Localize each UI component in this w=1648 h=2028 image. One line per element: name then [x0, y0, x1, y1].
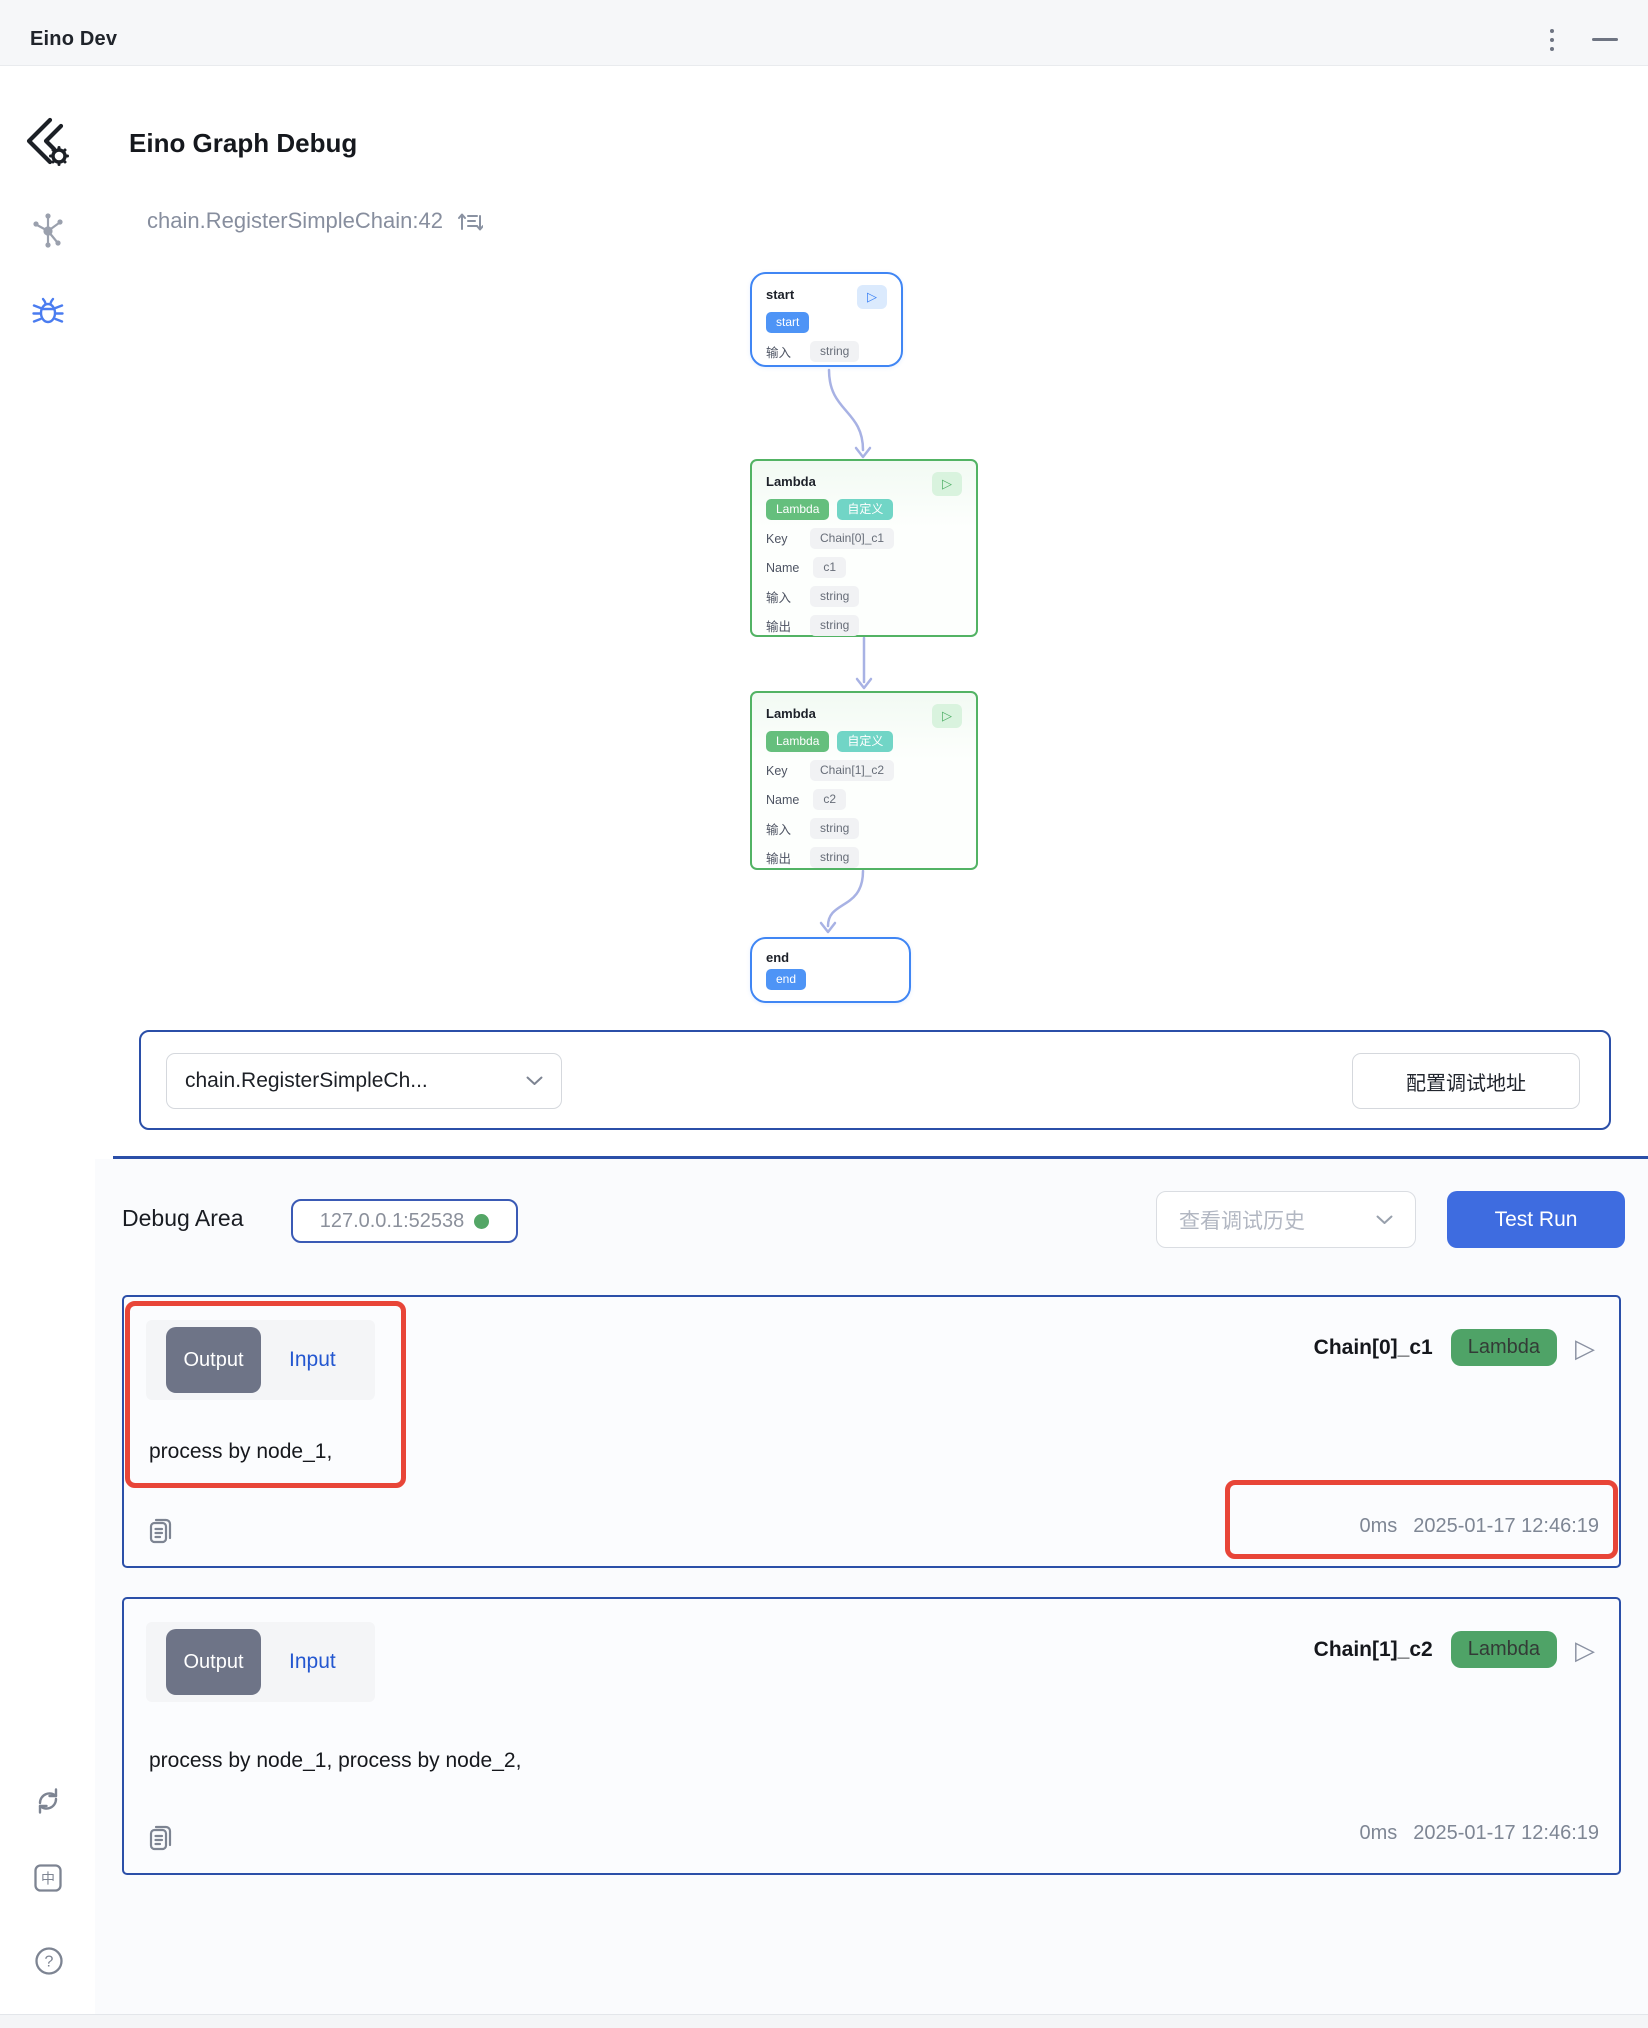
debug-section-background	[95, 1159, 1648, 2014]
chain-select-value: chain.RegisterSimpleCh...	[185, 1069, 428, 1093]
field-value: c1	[813, 557, 846, 578]
graph-node-lambda-c1[interactable]: Lambda ▷ Lambda 自定义 Key Chain[0]_c1 Namec…	[750, 459, 978, 637]
node-title: start	[766, 285, 794, 302]
node-key-label: Chain[0]_c1	[1314, 1336, 1433, 1360]
minimize-icon[interactable]	[1592, 38, 1618, 41]
field-label: 输入	[766, 819, 796, 838]
graph-nav-icon[interactable]	[32, 212, 64, 250]
custom-tag: 自定义	[837, 499, 893, 520]
replay-node-icon[interactable]: ▷	[1575, 1637, 1595, 1663]
tab-input[interactable]: Input	[289, 1650, 336, 1674]
more-menu-icon[interactable]	[1546, 25, 1558, 55]
field-value: string	[810, 818, 859, 839]
field-value: Chain[1]_c2	[810, 760, 894, 781]
chevron-down-icon	[526, 1076, 543, 1086]
field-value: Chain[0]_c1	[810, 528, 894, 549]
graph-node-end[interactable]: end end	[750, 937, 911, 1003]
output-input-tabs: Output Input	[146, 1320, 375, 1400]
chain-select[interactable]: chain.RegisterSimpleCh...	[166, 1053, 562, 1109]
node-title: end	[766, 948, 895, 965]
debug-nav-icon[interactable]	[31, 292, 65, 330]
chain-selector-panel: chain.RegisterSimpleCh... 配置调试地址	[139, 1030, 1611, 1130]
title-bar: Eino Dev	[0, 0, 1648, 66]
node-key-label: Chain[1]_c2	[1314, 1638, 1433, 1662]
custom-tag: 自定义	[837, 731, 893, 752]
svg-text:?: ?	[45, 1954, 54, 1971]
node-type-tag: end	[766, 969, 806, 990]
language-toggle-icon[interactable]: 中	[33, 1863, 63, 1893]
node-title: Lambda	[766, 472, 816, 489]
refresh-icon[interactable]	[33, 1786, 63, 1816]
debug-address-badge: 127.0.0.1:52538	[291, 1199, 518, 1243]
debug-history-placeholder: 查看调试历史	[1179, 1205, 1305, 1235]
graph-node-start[interactable]: start ▷ start 输入 string	[750, 272, 903, 367]
duration-label: 0ms	[1359, 1515, 1397, 1538]
timestamp-label: 2025-01-17 12:46:19	[1413, 1822, 1599, 1845]
sort-lines-icon[interactable]	[457, 209, 483, 233]
replay-node-icon[interactable]: ▷	[1575, 1335, 1595, 1361]
result-text: process by node_1,	[149, 1440, 332, 1464]
node-type-tag: Lambda	[766, 731, 829, 752]
timestamp-label: 2025-01-17 12:46:19	[1413, 1515, 1599, 1538]
result-card-c1: Output Input Chain[0]_c1 Lambda ▷ proces…	[122, 1295, 1621, 1568]
debug-address: 127.0.0.1:52538	[320, 1210, 465, 1233]
node-type-tag: Lambda	[766, 499, 829, 520]
configure-debug-address-button[interactable]: 配置调试地址	[1352, 1053, 1580, 1109]
connection-status-dot	[474, 1214, 489, 1229]
page-title: Eino Graph Debug	[129, 128, 357, 159]
tab-output[interactable]: Output	[166, 1629, 261, 1695]
field-value: string	[810, 341, 859, 362]
section-divider	[113, 1156, 1648, 1159]
field-label: Name	[766, 793, 799, 807]
field-value: string	[810, 586, 859, 607]
result-card-c2: Output Input Chain[1]_c2 Lambda ▷ proces…	[122, 1597, 1621, 1875]
help-icon[interactable]: ?	[34, 1946, 64, 1976]
field-label: 输出	[766, 848, 796, 867]
run-node-icon[interactable]: ▷	[932, 704, 962, 728]
svg-text:中: 中	[41, 1871, 55, 1887]
run-node-icon[interactable]: ▷	[932, 472, 962, 496]
tab-output[interactable]: Output	[166, 1327, 261, 1393]
app-title: Eino Dev	[30, 28, 117, 51]
field-label: 输入	[766, 342, 796, 361]
copy-icon[interactable]	[147, 1514, 175, 1546]
node-type-badge: Lambda	[1451, 1631, 1557, 1668]
node-title: Lambda	[766, 704, 816, 721]
debug-history-select[interactable]: 查看调试历史	[1156, 1191, 1416, 1248]
field-value: string	[810, 847, 859, 868]
field-label: Name	[766, 561, 799, 575]
field-value: string	[810, 615, 859, 636]
field-label: 输入	[766, 587, 796, 606]
window-bottom-edge	[0, 2014, 1648, 2028]
duration-label: 0ms	[1359, 1822, 1397, 1845]
app-window: Eino Dev	[0, 0, 1648, 2028]
debug-area-title: Debug Area	[122, 1205, 243, 1232]
graph-edges	[700, 260, 1020, 1040]
run-node-icon[interactable]: ▷	[857, 285, 887, 309]
field-value: c2	[813, 789, 846, 810]
chevron-down-icon	[1376, 1215, 1393, 1225]
result-text: process by node_1, process by node_2,	[149, 1749, 521, 1773]
field-label: 输出	[766, 616, 796, 635]
breadcrumb: chain.RegisterSimpleChain:42	[147, 208, 483, 234]
graph-node-lambda-c2[interactable]: Lambda ▷ Lambda 自定义 Key Chain[1]_c2 Namec…	[750, 691, 978, 870]
tab-input[interactable]: Input	[289, 1348, 336, 1372]
eino-logo-icon	[23, 116, 73, 168]
chain-location-label: chain.RegisterSimpleChain:42	[147, 208, 443, 234]
field-label: Key	[766, 532, 796, 546]
node-type-tag: start	[766, 312, 809, 333]
node-type-badge: Lambda	[1451, 1329, 1557, 1366]
copy-icon[interactable]	[147, 1821, 175, 1853]
field-label: Key	[766, 764, 796, 778]
test-run-button[interactable]: Test Run	[1447, 1191, 1625, 1248]
output-input-tabs: Output Input	[146, 1622, 375, 1702]
